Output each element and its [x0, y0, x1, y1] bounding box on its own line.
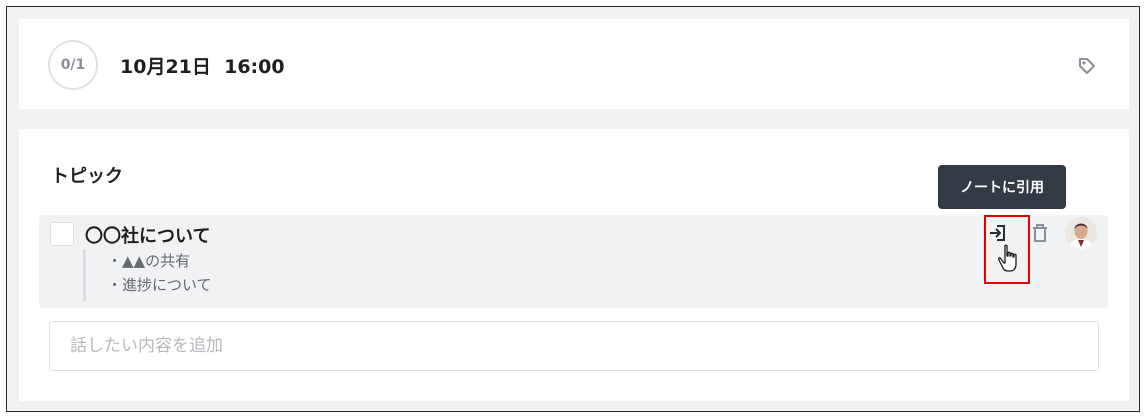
- meeting-header: 0/1 10月21日 16:00: [19, 19, 1129, 109]
- quote-tooltip: ノートに引用: [938, 165, 1066, 209]
- topics-card: トピック ノートに引用 〇〇社について ・▲▲の共有 ・進捗について: [19, 129, 1129, 401]
- section-title: トピック: [51, 166, 123, 187]
- avatar-image: [1065, 217, 1097, 249]
- tag-icon: [1079, 58, 1095, 74]
- topic-row[interactable]: 〇〇社について ・▲▲の共有 ・進捗について: [39, 215, 1108, 308]
- topic-title[interactable]: 〇〇社について: [85, 222, 210, 248]
- note-item: ・進捗について: [107, 276, 212, 294]
- tag-button[interactable]: [1075, 54, 1099, 78]
- avatar[interactable]: [1065, 217, 1097, 249]
- delete-button[interactable]: [1029, 222, 1051, 244]
- trash-icon: [1033, 224, 1047, 242]
- topic-checkbox[interactable]: [50, 222, 74, 246]
- meeting-datetime: 10月21日 16:00: [120, 56, 285, 78]
- progress-indicator: 0/1: [48, 40, 98, 90]
- app-frame: 0/1 10月21日 16:00 トピック ノートに引用 〇〇社について ・▲▲…: [6, 6, 1140, 412]
- note-item: ・▲▲の共有: [107, 252, 191, 270]
- topic-notes: ・▲▲の共有 ・進捗について: [83, 249, 212, 301]
- hand-cursor-icon: [998, 244, 1017, 272]
- add-topic-input[interactable]: [49, 321, 1099, 371]
